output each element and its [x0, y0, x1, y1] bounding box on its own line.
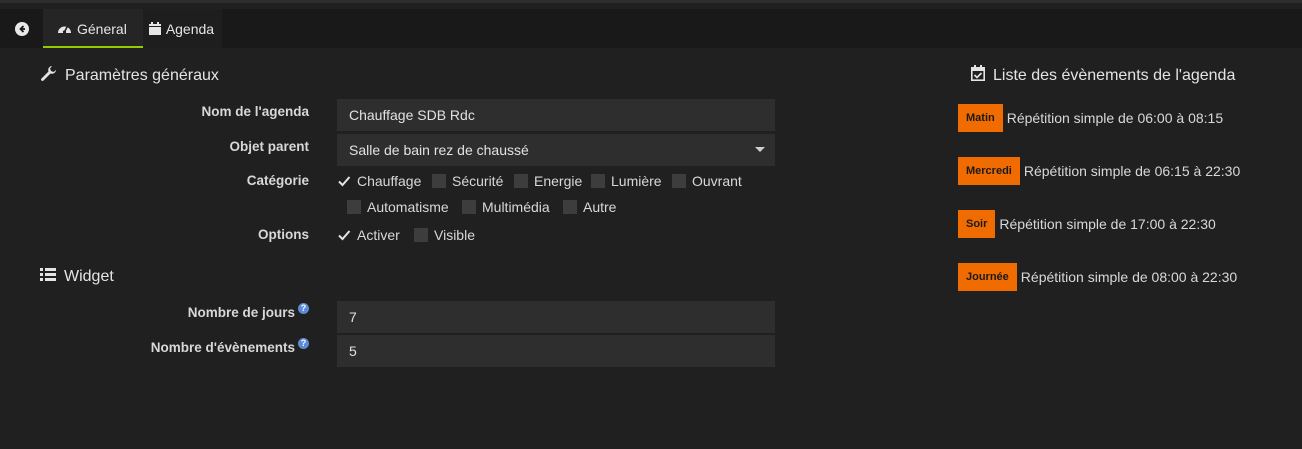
- wrench-icon: [40, 65, 57, 87]
- event-badge: Mercredi: [958, 157, 1020, 185]
- category-checkbox-automatisme[interactable]: Automatisme: [347, 199, 449, 215]
- events-count-label-text: Nombre d'évènements: [150, 340, 295, 355]
- calendar-icon: [148, 22, 161, 35]
- checkmark-icon: [337, 174, 351, 188]
- events-list-title: Liste des évènements de l'agenda: [971, 65, 1235, 86]
- days-count-input[interactable]: 7: [337, 301, 775, 333]
- events-list-title-text: Liste des évènements de l'agenda: [993, 66, 1236, 84]
- tachometer-icon: [57, 22, 72, 35]
- checkmark-icon: [337, 228, 351, 242]
- parent-object-label: Objet parent: [229, 139, 309, 154]
- events-count-label: Nombre d'évènements?: [9, 338, 309, 355]
- category-label-securite: Sécurité: [452, 173, 504, 189]
- agenda-name-input[interactable]: Chauffage SDB Rdc: [337, 99, 775, 131]
- event-text: Répétition simple de 06:00 à 08:15: [1006, 110, 1224, 126]
- category-checkbox-multimedia[interactable]: Multimédia: [462, 199, 550, 215]
- back-button[interactable]: [0, 9, 43, 48]
- widget-section-title: Widget: [40, 267, 114, 286]
- checkbox-box: [563, 200, 577, 214]
- checkbox-box: [672, 174, 686, 188]
- days-count-value: 7: [349, 309, 357, 325]
- tab-general-label: Géneral: [77, 20, 127, 37]
- general-section-title-text: Paramètres généraux: [65, 67, 219, 84]
- arrow-left-circle-icon: [14, 21, 29, 36]
- parent-object-select[interactable]: Salle de bain rez de chaussé: [337, 134, 775, 166]
- tab-general[interactable]: Géneral: [43, 9, 143, 48]
- agenda-name-label: Nom de l'agenda: [201, 104, 309, 119]
- event-text: Répétition simple de 17:00 à 22:30: [999, 216, 1216, 232]
- tab-agenda[interactable]: Agenda: [142, 9, 223, 48]
- widget-section-title-text: Widget: [64, 267, 114, 285]
- checkbox-box: [591, 174, 605, 188]
- option-label-visible: Visible: [434, 227, 475, 243]
- chevron-down-icon: [755, 147, 765, 152]
- agenda-name-value: Chauffage SDB Rdc: [349, 107, 475, 123]
- checkbox-box: [347, 200, 361, 214]
- event-badge: Matin: [958, 104, 1003, 132]
- category-checkbox-lumiere[interactable]: Lumière: [591, 173, 662, 189]
- category-label-automatisme: Automatisme: [367, 199, 449, 215]
- tab-bar: Géneral Agenda: [0, 9, 1302, 48]
- parent-object-value: Salle de bain rez de chaussé: [349, 142, 529, 158]
- calendar-check-icon: [971, 65, 985, 86]
- option-label-activer: Activer: [357, 227, 400, 243]
- event-text: Répétition simple de 08:00 à 22:30: [1020, 269, 1238, 285]
- list-icon: [40, 267, 56, 286]
- option-checkbox-activer[interactable]: Activer: [337, 227, 400, 243]
- options-label: Options: [258, 227, 309, 242]
- category-label-lumiere: Lumière: [611, 173, 662, 189]
- category-label: Catégorie: [246, 173, 309, 188]
- category-checkbox-chauffage[interactable]: Chauffage: [337, 173, 421, 189]
- question-circle-icon[interactable]: ?: [298, 303, 309, 314]
- category-checkbox-autre[interactable]: Autre: [563, 199, 616, 215]
- checkbox-box: [514, 174, 528, 188]
- event-badge: Soir: [958, 210, 996, 238]
- category-label-ouvrant: Ouvrant: [692, 173, 742, 189]
- event-item[interactable]: Journée Répétition simple de 08:00 à 22:…: [958, 263, 1237, 291]
- category-label-energie: Energie: [534, 173, 583, 189]
- events-count-value: 5: [349, 343, 357, 359]
- event-item[interactable]: Matin Répétition simple de 06:00 à 08:15: [958, 104, 1223, 132]
- event-badge: Journée: [958, 263, 1017, 291]
- events-count-input[interactable]: 5: [337, 335, 775, 367]
- category-checkbox-securite[interactable]: Sécurité: [432, 173, 503, 189]
- category-checkbox-energie[interactable]: Energie: [514, 173, 582, 189]
- category-label-chauffage: Chauffage: [357, 173, 422, 189]
- question-circle-icon[interactable]: ?: [298, 338, 309, 349]
- days-count-label: Nombre de jours?: [9, 303, 309, 320]
- top-border: [0, 0, 1302, 3]
- general-section-title: Paramètres généraux: [40, 65, 219, 87]
- checkbox-box: [414, 228, 428, 242]
- category-checkbox-ouvrant[interactable]: Ouvrant: [672, 173, 742, 189]
- event-item[interactable]: Soir Répétition simple de 17:00 à 22:30: [958, 210, 1216, 238]
- option-checkbox-visible[interactable]: Visible: [414, 227, 475, 243]
- category-label-autre: Autre: [583, 199, 617, 215]
- tab-agenda-label: Agenda: [165, 20, 215, 37]
- days-count-label-text: Nombre de jours: [187, 305, 295, 320]
- checkbox-box: [462, 200, 476, 214]
- category-label-multimedia: Multimédia: [482, 199, 550, 215]
- event-item[interactable]: Mercredi Répétition simple de 06:15 à 22…: [958, 157, 1240, 185]
- checkbox-box: [432, 174, 446, 188]
- event-text: Répétition simple de 06:15 à 22:30: [1023, 163, 1241, 179]
